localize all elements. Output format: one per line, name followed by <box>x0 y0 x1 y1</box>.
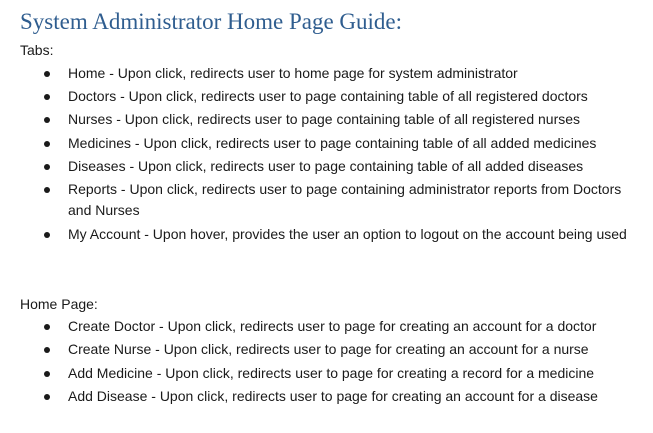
bullet-icon <box>44 71 50 77</box>
bullet-icon <box>44 117 50 124</box>
bullet-icon <box>44 186 50 193</box>
bullet-icon <box>44 347 50 354</box>
home-description-create-nurse: Create Nurse - Upon click, redirects use… <box>68 341 589 358</box>
list-item: My Account - Upon hover, provides the us… <box>0 224 653 246</box>
list-item: Create Doctor - Upon click, redirects us… <box>0 316 653 337</box>
tab-description-nurses: Nurses - Upon click, redirects user to p… <box>68 111 581 128</box>
list-item: Add Disease - Upon click, redirects user… <box>0 386 653 407</box>
list-item: Reports - Upon click, redirects user to … <box>0 179 653 222</box>
home-description-add-medicine: Add Medicine - Upon click, redirects use… <box>68 364 595 381</box>
bullet-icon <box>44 393 50 400</box>
list-item: Medicines - Upon click, redirects user t… <box>0 133 653 155</box>
tab-description-doctors: Doctors - Upon click, redirects user to … <box>68 88 588 105</box>
list-item: Diseases - Upon click, redirects user to… <box>0 156 653 178</box>
tab-description-reports: Reports - Upon click, redirects user to … <box>68 180 622 219</box>
home-page-section-label: Home Page: <box>20 296 98 312</box>
document-title: System Administrator Home Page Guide: <box>20 9 403 34</box>
tabs-list: Home - Upon click, redirects user to hom… <box>0 63 653 247</box>
bullet-icon <box>44 140 50 147</box>
tab-description-medicines: Medicines - Upon click, redirects user t… <box>68 134 597 151</box>
tabs-section-label: Tabs: <box>20 42 54 58</box>
bullet-icon <box>44 324 50 330</box>
bullet-icon <box>44 163 50 170</box>
tab-description-home: Home - Upon click, redirects user to hom… <box>68 65 518 81</box>
home-description-add-disease: Add Disease - Upon click, redirects user… <box>68 387 598 404</box>
document-page: System Administrator Home Page Guide: Ta… <box>0 0 653 433</box>
list-item: Doctors - Upon click, redirects user to … <box>0 86 653 108</box>
list-item: Add Medicine - Upon click, redirects use… <box>0 363 653 384</box>
list-item: Home - Upon click, redirects user to hom… <box>0 63 653 85</box>
tab-description-my-account: My Account - Upon hover, provides the us… <box>68 225 627 242</box>
home-page-list: Create Doctor - Upon click, redirects us… <box>0 316 653 409</box>
tab-description-diseases: Diseases - Upon click, redirects user to… <box>68 157 584 174</box>
list-item: Nurses - Upon click, redirects user to p… <box>0 109 653 131</box>
bullet-icon <box>44 94 50 101</box>
bullet-icon <box>44 231 50 238</box>
home-description-create-doctor: Create Doctor - Upon click, redirects us… <box>68 318 597 334</box>
list-item: Create Nurse - Upon click, redirects use… <box>0 339 653 360</box>
bullet-icon <box>44 370 50 377</box>
